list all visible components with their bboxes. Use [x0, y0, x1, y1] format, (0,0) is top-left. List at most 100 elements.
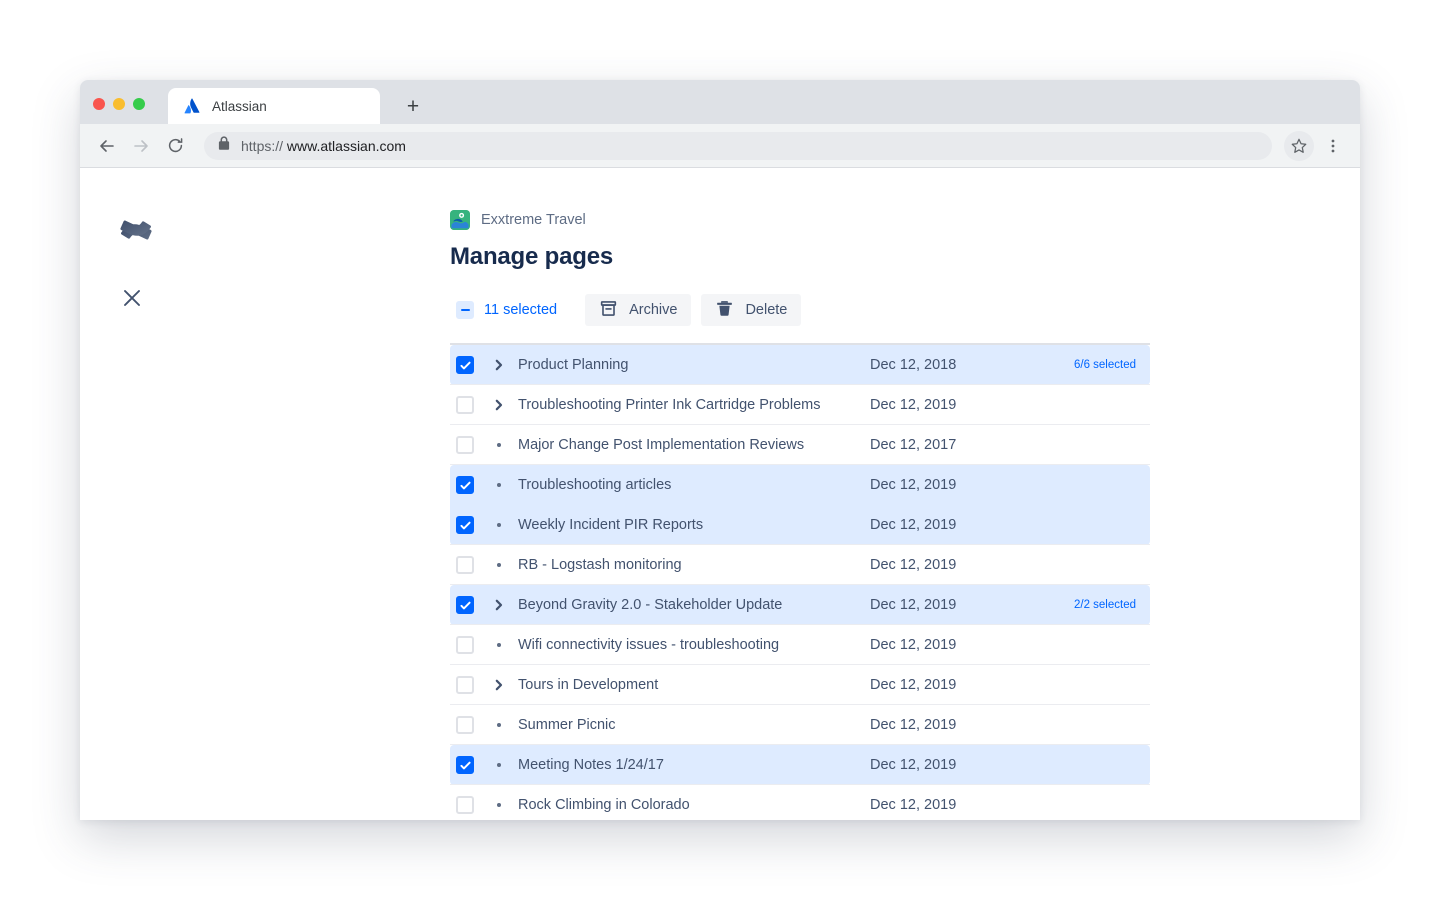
row-date: Dec 12, 2019	[870, 477, 1042, 493]
table-row[interactable]: Weekly Incident PIR ReportsDec 12, 2019	[450, 505, 1150, 545]
row-checkbox[interactable]	[456, 516, 474, 534]
row-title[interactable]: Summer Picnic	[518, 717, 870, 733]
checkmark-icon	[459, 479, 472, 492]
browser-urlbar: https:// www.atlassian.com	[80, 124, 1360, 168]
delete-button-label: Delete	[745, 302, 787, 318]
row-date: Dec 12, 2019	[870, 557, 1042, 573]
select-all-group[interactable]: 11 selected	[450, 301, 557, 319]
row-checkbox[interactable]	[456, 756, 474, 774]
browser-tabstrip: Atlassian +	[80, 80, 1360, 124]
leaf-bullet-icon	[490, 483, 508, 487]
archive-button[interactable]: Archive	[585, 294, 691, 326]
checkmark-icon	[459, 759, 472, 772]
table-row[interactable]: Rock Climbing in ColoradoDec 12, 2019	[450, 785, 1150, 819]
row-title[interactable]: Rock Climbing in Colorado	[518, 797, 870, 813]
left-rail	[80, 168, 370, 819]
table-row[interactable]: Product PlanningDec 12, 20186/6 selected	[450, 345, 1150, 385]
select-all-checkbox[interactable]	[456, 301, 474, 319]
row-checkbox[interactable]	[456, 356, 474, 374]
more-vertical-icon[interactable]	[1318, 131, 1348, 161]
confluence-logo-icon[interactable]	[119, 213, 153, 247]
row-title[interactable]: Major Change Post Implementation Reviews	[518, 437, 870, 453]
address-bar[interactable]: https:// www.atlassian.com	[204, 132, 1272, 160]
table-row[interactable]: Major Change Post Implementation Reviews…	[450, 425, 1150, 465]
row-date: Dec 12, 2017	[870, 437, 1042, 453]
trash-icon	[715, 299, 734, 322]
row-title[interactable]: Meeting Notes 1/24/17	[518, 757, 870, 773]
table-row[interactable]: Beyond Gravity 2.0 - Stakeholder UpdateD…	[450, 585, 1150, 625]
checkmark-icon	[459, 359, 472, 372]
row-child-selection-count: 2/2 selected	[1042, 599, 1150, 611]
row-date: Dec 12, 2019	[870, 397, 1042, 413]
browser-tab-title: Atlassian	[212, 99, 267, 114]
atlassian-logo-icon	[184, 98, 200, 114]
table-row[interactable]: Wifi connectivity issues - troubleshooti…	[450, 625, 1150, 665]
row-date: Dec 12, 2019	[870, 677, 1042, 693]
row-date: Dec 12, 2019	[870, 517, 1042, 533]
space-breadcrumb[interactable]: Exxtreme Travel	[450, 210, 1360, 230]
row-title[interactable]: Weekly Incident PIR Reports	[518, 517, 870, 533]
page-viewport: Exxtreme Travel Manage pages 11 selected	[80, 168, 1360, 819]
row-title[interactable]: RB - Logstash monitoring	[518, 557, 870, 573]
row-date: Dec 12, 2019	[870, 797, 1042, 813]
main-content: Exxtreme Travel Manage pages 11 selected	[450, 168, 1360, 819]
leaf-bullet-icon	[490, 643, 508, 647]
leaf-bullet-icon	[490, 763, 508, 767]
reload-icon[interactable]	[160, 131, 190, 161]
row-child-selection-count: 6/6 selected	[1042, 359, 1150, 371]
row-checkbox[interactable]	[456, 716, 474, 734]
new-tab-button[interactable]: +	[398, 91, 428, 121]
close-window-button[interactable]	[93, 98, 105, 110]
row-checkbox[interactable]	[456, 476, 474, 494]
row-checkbox[interactable]	[456, 596, 474, 614]
expand-chevron-icon[interactable]	[490, 359, 508, 371]
row-title[interactable]: Beyond Gravity 2.0 - Stakeholder Update	[518, 597, 870, 613]
row-title[interactable]: Product Planning	[518, 357, 870, 373]
leaf-bullet-icon	[490, 523, 508, 527]
indeterminate-dash-icon	[461, 309, 470, 311]
table-row[interactable]: Tours in DevelopmentDec 12, 2019	[450, 665, 1150, 705]
bulk-action-toolbar: 11 selected Archive	[450, 293, 1150, 327]
row-date: Dec 12, 2018	[870, 357, 1042, 373]
expand-chevron-icon[interactable]	[490, 599, 508, 611]
row-checkbox[interactable]	[456, 556, 474, 574]
row-date: Dec 12, 2019	[870, 637, 1042, 653]
table-row[interactable]: Troubleshooting Printer Ink Cartridge Pr…	[450, 385, 1150, 425]
back-arrow-icon[interactable]	[92, 131, 122, 161]
browser-tab-atlassian[interactable]: Atlassian	[168, 88, 380, 124]
delete-button[interactable]: Delete	[701, 294, 801, 326]
url-host: www.atlassian.com	[287, 138, 406, 154]
table-row[interactable]: Summer PicnicDec 12, 2019	[450, 705, 1150, 745]
table-row[interactable]: Troubleshooting articlesDec 12, 2019	[450, 465, 1150, 505]
expand-chevron-icon[interactable]	[490, 399, 508, 411]
table-row[interactable]: RB - Logstash monitoringDec 12, 2019	[450, 545, 1150, 585]
row-checkbox[interactable]	[456, 636, 474, 654]
row-title[interactable]: Troubleshooting articles	[518, 477, 870, 493]
leaf-bullet-icon	[490, 443, 508, 447]
row-checkbox[interactable]	[456, 396, 474, 414]
address-bar-url: https:// www.atlassian.com	[241, 138, 406, 154]
row-checkbox[interactable]	[456, 676, 474, 694]
row-title[interactable]: Tours in Development	[518, 677, 870, 693]
archive-box-icon	[599, 299, 618, 322]
window-traffic-lights	[93, 98, 145, 110]
url-scheme: https://	[241, 138, 283, 154]
row-title[interactable]: Wifi connectivity issues - troubleshooti…	[518, 637, 870, 653]
row-title[interactable]: Troubleshooting Printer Ink Cartridge Pr…	[518, 397, 870, 413]
forward-arrow-icon[interactable]	[126, 131, 156, 161]
star-icon[interactable]	[1284, 131, 1314, 161]
checkmark-icon	[459, 599, 472, 612]
pages-table: Product PlanningDec 12, 20186/6 selected…	[450, 345, 1150, 819]
maximize-window-button[interactable]	[133, 98, 145, 110]
space-avatar	[450, 210, 470, 230]
expand-chevron-icon[interactable]	[490, 679, 508, 691]
row-checkbox[interactable]	[456, 796, 474, 814]
checkmark-icon	[459, 519, 472, 532]
table-row[interactable]: Meeting Notes 1/24/17Dec 12, 2019	[450, 745, 1150, 785]
leaf-bullet-icon	[490, 803, 508, 807]
lock-icon	[218, 136, 230, 155]
row-checkbox[interactable]	[456, 436, 474, 454]
minimize-window-button[interactable]	[113, 98, 125, 110]
close-icon[interactable]	[120, 286, 144, 310]
page-title: Manage pages	[450, 243, 1360, 271]
